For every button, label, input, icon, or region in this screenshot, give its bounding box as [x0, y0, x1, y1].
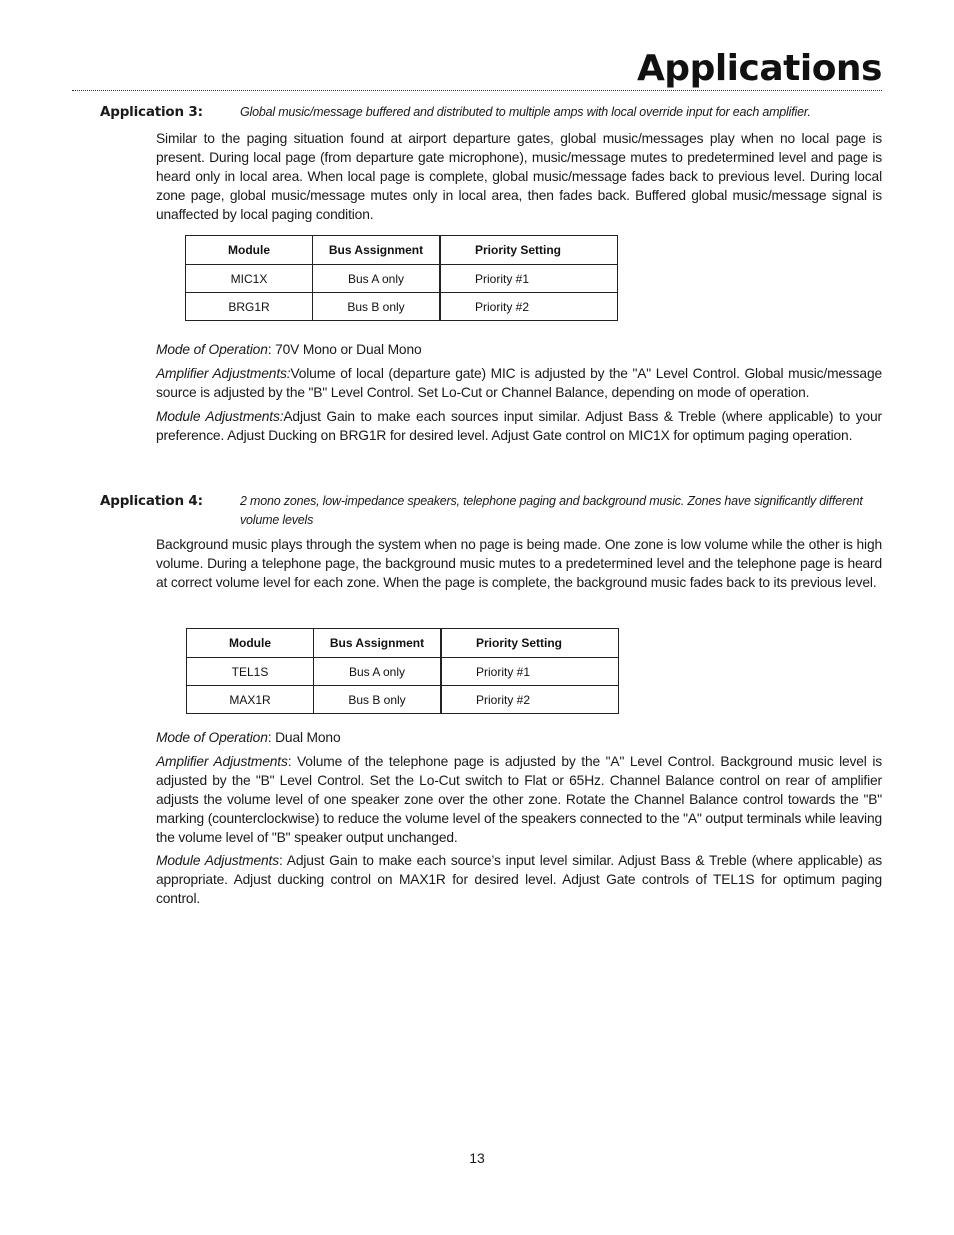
app3-mode: Mode of Operation: 70V Mono or Dual Mono — [156, 340, 882, 359]
cell-priority: Priority #2 — [439, 292, 618, 321]
app4-amplifier-adjustments: Amplifier Adjustments: Volume of the tel… — [156, 752, 882, 847]
table-header-row: Module Bus Assignment Priority Setting — [186, 628, 619, 658]
table-row: BRG1R Bus B only Priority #2 — [185, 292, 618, 321]
cell-module: BRG1R — [185, 292, 313, 321]
cell-module: MIC1X — [185, 264, 313, 293]
cell-bus: Bus B only — [313, 685, 442, 714]
mode-label: Mode of Operation — [156, 730, 268, 745]
app3-label: Application 3: — [100, 104, 203, 120]
header-module: Module — [186, 628, 314, 658]
amp-label: Amplifier Adjustments: — [156, 366, 291, 381]
header-bus-assignment: Bus Assignment — [312, 235, 441, 265]
header-module: Module — [185, 235, 313, 265]
cell-priority: Priority #1 — [439, 264, 618, 293]
table-row: MIC1X Bus A only Priority #1 — [185, 264, 618, 293]
mode-value: : Dual Mono — [267, 730, 341, 745]
table-row: TEL1S Bus A only Priority #1 — [186, 657, 619, 686]
app4-module-table: Module Bus Assignment Priority Setting T… — [186, 628, 619, 714]
app3-amplifier-adjustments: Amplifier Adjustments:Volume of local (d… — [156, 364, 882, 402]
app4-heading: Application 4: 2 mono zones, low-impedan… — [100, 492, 890, 530]
app4-mode: Mode of Operation: Dual Mono — [156, 728, 882, 747]
mode-label: Mode of Operation — [156, 342, 268, 357]
cell-bus: Bus A only — [312, 264, 441, 293]
table-row: MAX1R Bus B only Priority #2 — [186, 685, 619, 714]
app3-module-adjustments: Module Adjustments:Adjust Gain to make e… — [156, 407, 882, 445]
app4-module-adjustments: Module Adjustments: Adjust Gain to make … — [156, 851, 882, 908]
cell-priority: Priority #2 — [440, 685, 619, 714]
app4-description: 2 mono zones, low-impedance speakers, te… — [240, 494, 863, 527]
module-label: Module Adjustments — [156, 853, 279, 868]
amp-label: Amplifier Adjustments — [156, 754, 288, 769]
app4-body: Background music plays through the syste… — [156, 537, 882, 590]
cell-priority: Priority #1 — [440, 657, 619, 686]
cell-module: MAX1R — [186, 685, 314, 714]
app3-heading: Application 3: Global music/message buff… — [100, 103, 890, 122]
dotted-rule — [72, 90, 882, 91]
app3-description: Global music/message buffered and distri… — [240, 105, 811, 119]
module-label: Module Adjustments: — [156, 409, 284, 424]
header-priority-setting: Priority Setting — [439, 235, 618, 265]
app3-body: Similar to the paging situation found at… — [156, 131, 882, 222]
cell-bus: Bus B only — [312, 292, 441, 321]
app4-label: Application 4: — [100, 493, 203, 509]
header-bus-assignment: Bus Assignment — [313, 628, 442, 658]
page-title: Applications — [636, 48, 883, 89]
mode-value: : 70V Mono or Dual Mono — [267, 342, 422, 357]
cell-bus: Bus A only — [313, 657, 442, 686]
app3-module-table: Module Bus Assignment Priority Setting M… — [185, 235, 618, 321]
page-number: 13 — [469, 1150, 485, 1166]
table-header-row: Module Bus Assignment Priority Setting — [185, 235, 618, 265]
cell-module: TEL1S — [186, 657, 314, 686]
header-priority-setting: Priority Setting — [440, 628, 619, 658]
